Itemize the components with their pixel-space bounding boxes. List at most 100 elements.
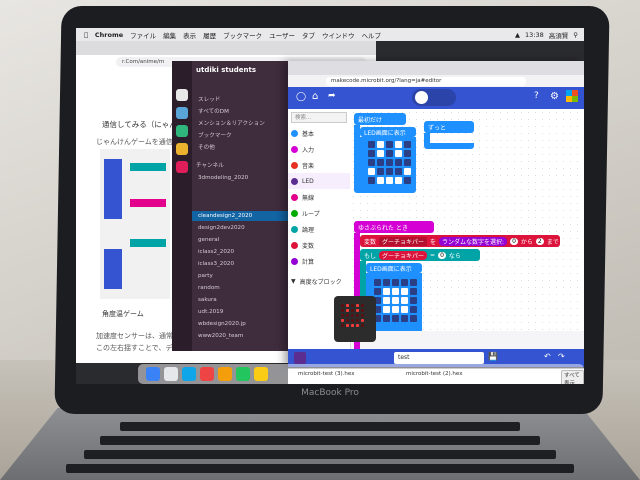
slack-section-channels[interactable]: チャンネル — [196, 161, 224, 169]
workspace-icon[interactable] — [176, 89, 188, 101]
on-start-block[interactable]: 最初だけ — [354, 113, 406, 125]
finder-icon[interactable] — [146, 367, 160, 381]
then-label: なら — [448, 252, 461, 260]
category-basic[interactable]: 基本 — [288, 125, 350, 141]
slack-channel[interactable]: www2020_team — [198, 333, 243, 339]
led-matrix-editor-2[interactable] — [374, 279, 417, 322]
slack-channel[interactable]: random — [198, 285, 220, 291]
help-icon[interactable]: ? — [534, 91, 539, 101]
set-variable-block[interactable]: 変数 グーチョキパー を ランダムな数字を選択: 0 から 2 まで にする — [360, 235, 580, 247]
download-button[interactable] — [294, 352, 306, 364]
if-variable-reporter[interactable]: グーチョキパー — [379, 250, 428, 260]
gear-icon[interactable]: ⚙ — [550, 91, 559, 102]
safari-icon[interactable] — [182, 367, 196, 381]
menu-user[interactable]: 高須賢 — [549, 30, 569, 40]
redo-icon[interactable]: ↷ — [558, 352, 565, 361]
workspace-icon[interactable] — [176, 161, 188, 173]
menu-item-bookmarks[interactable]: ブックマーク — [223, 30, 262, 40]
on-shake-block[interactable]: ゆさぶられた とき — [354, 221, 434, 233]
slack-channel[interactable]: party — [198, 273, 213, 279]
slack-channel[interactable]: udt.2019 — [198, 309, 223, 315]
project-name-input[interactable]: test — [394, 352, 484, 364]
category-advanced[interactable]: ▼ 高度なブロック — [288, 273, 350, 289]
show-leds-block[interactable]: LED画面に表示 — [360, 127, 416, 137]
workspace-icon[interactable] — [176, 125, 188, 137]
category-led[interactable]: LED — [288, 173, 350, 189]
category-label: 変数 — [302, 242, 315, 250]
download-item[interactable]: microbit-test (3).hex — [298, 371, 354, 377]
slack-workspace-name[interactable]: utdiki students — [196, 66, 256, 74]
doc-image-block — [130, 199, 166, 207]
number-key-row — [100, 436, 540, 445]
slack-channel[interactable]: 3dmodeling_2020 — [198, 175, 248, 181]
slack-channel[interactable]: wbdesign2020.jp — [198, 321, 246, 327]
menu-item-edit[interactable]: 編集 — [163, 30, 176, 40]
workspace-icon[interactable] — [176, 143, 188, 155]
undo-icon[interactable]: ↶ — [544, 352, 551, 361]
random-block[interactable]: ランダムな数字を選択: — [439, 236, 508, 246]
blocks-mode-toggle[interactable] — [412, 89, 456, 106]
random-from-input[interactable]: 0 — [510, 237, 518, 245]
home-icon[interactable]: ⌂ — [312, 91, 318, 102]
slack-channel[interactable]: sakura — [198, 297, 217, 303]
if-block[interactable]: もし グーチョキパー = 0 なら — [360, 249, 480, 261]
wifi-icon[interactable]: ▲ — [515, 31, 520, 39]
slack-item-threads[interactable]: スレッド — [198, 95, 220, 103]
messages-icon[interactable] — [236, 367, 250, 381]
category-label: ループ — [302, 210, 320, 218]
menu-item-window[interactable]: ウインドウ — [322, 30, 355, 40]
workspace-icon[interactable] — [176, 107, 188, 119]
search-icon[interactable]: ⚲ — [573, 31, 578, 39]
slack-item-more[interactable]: その他 — [198, 143, 215, 151]
slack-item-dms[interactable]: すべてのDM — [198, 107, 229, 115]
refresh-icon — [291, 209, 298, 217]
slack-channel[interactable]: iclass3_2020 — [198, 261, 234, 267]
forever-block[interactable]: ずっと — [424, 121, 474, 133]
input-icon — [291, 145, 298, 153]
led-matrix-editor[interactable] — [368, 141, 411, 184]
category-input[interactable]: 入力 — [288, 141, 350, 157]
compare-value-input[interactable]: 0 — [438, 251, 446, 259]
toolbox-search-input[interactable]: 検索... — [291, 112, 347, 123]
category-math[interactable]: 計算 — [288, 253, 350, 269]
on-start-block-footer — [354, 187, 416, 193]
random-to-input[interactable]: 2 — [535, 237, 544, 245]
category-logic[interactable]: 論理 — [288, 221, 350, 237]
photos-icon[interactable] — [218, 367, 232, 381]
slack-item-mentions[interactable]: メンション＆リアクション — [198, 119, 265, 127]
category-music[interactable]: 音楽 — [288, 157, 350, 173]
menu-item-help[interactable]: ヘルプ — [362, 30, 382, 40]
show-leds-block-2[interactable]: LED画面に表示 — [366, 263, 422, 273]
menu-app-name[interactable]: Chrome — [95, 31, 123, 39]
share-icon[interactable]: ➦ — [328, 91, 336, 101]
category-label: 高度なブロック — [299, 278, 342, 286]
category-variables[interactable]: 変数 — [288, 237, 350, 253]
chrome-icon[interactable] — [254, 367, 268, 381]
slack-item-bookmarks[interactable]: ブックマーク — [198, 131, 232, 139]
calendar-icon[interactable] — [200, 367, 214, 381]
back-browser-tabstrip — [76, 41, 376, 55]
menu-item-view[interactable]: 表示 — [183, 30, 196, 40]
menu-item-file[interactable]: ファイル — [130, 30, 156, 40]
slack-channel-active[interactable]: cleandesign2_2020 — [198, 213, 252, 219]
menu-item-history[interactable]: 履歴 — [203, 30, 216, 40]
launchpad-icon[interactable] — [164, 367, 178, 381]
menu-item-tab[interactable]: タブ — [302, 30, 315, 40]
slack-channel[interactable]: design2dev2020 — [198, 225, 245, 231]
menu-clock[interactable]: 13:38 — [525, 31, 544, 39]
makecode-url-field[interactable]: makecode.microbit.org/?lang=ja#editor — [326, 77, 526, 86]
category-radio[interactable]: 無線 — [288, 189, 350, 205]
laptop-brand-label: MacBook Pro — [301, 388, 359, 398]
category-loops[interactable]: ループ — [288, 205, 350, 221]
menu-item-user[interactable]: ユーザー — [269, 30, 295, 40]
doc-image-block — [130, 163, 166, 171]
slack-channel[interactable]: general — [198, 237, 219, 243]
show-all-downloads-button[interactable]: すべて表示 — [561, 370, 584, 384]
apple-icon[interactable]:  — [84, 31, 88, 39]
signal-icon — [291, 193, 298, 201]
slack-channel[interactable]: iclass2_2020 — [198, 249, 234, 255]
download-item[interactable]: microbit-test (2).hex — [406, 371, 462, 377]
save-icon[interactable]: 💾 — [488, 352, 498, 361]
variable-dropdown[interactable]: グーチョキパー — [379, 236, 428, 246]
microbit-logo-icon[interactable]: ◯ — [296, 92, 306, 102]
